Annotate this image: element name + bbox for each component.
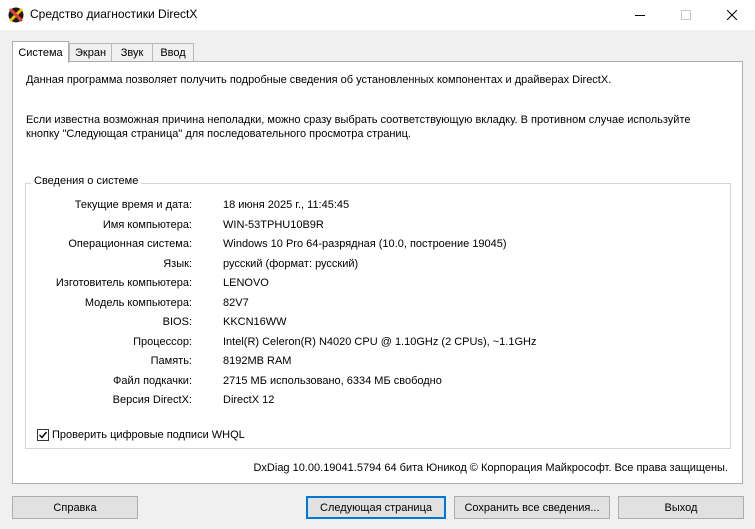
info-row: Операционная система: Windows 10 Pro 64-… [26,238,732,254]
minimize-button[interactable] [617,0,663,30]
info-label: Операционная система: [68,238,192,250]
intro-text: Данная программа позволяет получить подр… [26,74,612,86]
minimize-icon [635,15,645,16]
info-row: Память: 8192MB RAM [26,355,732,371]
info-value: LENOVO [223,277,269,289]
directx-icon [8,7,24,23]
maximize-button[interactable] [663,0,709,30]
info-label: Память: [150,355,192,367]
maximize-icon [681,10,691,20]
info-value: русский (формат: русский) [223,258,359,270]
info-row: Язык: русский (формат: русский) [26,258,732,274]
info-label: Файл подкачки: [112,375,192,387]
info-label: Процессор: [133,336,192,348]
info-label: Модель компьютера: [84,297,192,309]
tab-panel-system: Данная программа позволяет получить подр… [12,61,743,484]
info-label: Имя компьютера: [102,219,192,231]
info-row: Модель компьютера: 82V7 [26,297,732,313]
info-label: Текущие время и дата: [74,199,192,211]
instructions-text: Если известна возможная причина неполадк… [26,114,691,140]
info-row: Текущие время и дата: 18 июня 2025 г., 1… [26,199,732,215]
info-value: Intel(R) Celeron(R) N4020 CPU @ 1.10GHz … [223,336,537,348]
info-label: Версия DirectX: [112,394,192,406]
info-value: Windows 10 Pro 64-разрядная (10.0, постр… [223,238,507,250]
close-button[interactable] [709,0,755,30]
info-value: KKCN16WW [223,316,287,328]
group-title: Сведения о системе [31,175,142,187]
info-value: WIN-53TPHU10B9R [223,219,324,231]
info-value: 82V7 [223,297,249,309]
whql-label[interactable]: Проверить цифровые подписи WHQL [52,429,245,441]
info-label: BIOS: [162,316,192,328]
save-all-button[interactable]: Сохранить все сведения... [454,496,610,519]
tab-system[interactable]: Система [12,41,69,63]
tab-display[interactable]: Экран [69,43,112,61]
next-page-button[interactable]: Следующая страница [306,496,446,519]
info-value: 8192MB RAM [223,355,292,367]
tab-input[interactable]: Ввод [152,43,194,61]
info-value: 18 июня 2025 г., 11:45:45 [223,199,350,211]
whql-checkbox-row[interactable]: Проверить цифровые подписи WHQL [37,429,245,441]
help-button[interactable]: Справка [12,496,138,519]
info-label: Язык: [163,258,192,270]
info-row: Версия DirectX: DirectX 12 [26,394,732,410]
info-row: BIOS: KKCN16WW [26,316,732,332]
info-row: Процессор: Intel(R) Celeron(R) N4020 CPU… [26,336,732,352]
info-value: 2715 МБ использовано, 6334 МБ свободно [223,375,442,387]
window-title: Средство диагностики DirectX [30,7,198,21]
close-icon [727,10,737,20]
info-value: DirectX 12 [223,394,275,406]
whql-checkbox[interactable] [37,429,49,441]
info-row: Файл подкачки: 2715 МБ использовано, 633… [26,375,732,391]
copyright-text: DxDiag 10.00.19041.5794 64 бита Юникод ©… [253,462,728,474]
info-label: Изготовитель компьютера: [55,277,192,289]
checkmark-icon [39,431,48,439]
system-info-group: Текущие время и дата: 18 июня 2025 г., 1… [25,183,731,449]
tab-sound[interactable]: Звук [111,43,153,61]
info-row: Изготовитель компьютера: LENOVO [26,277,732,293]
exit-button[interactable]: Выход [618,496,744,519]
info-row: Имя компьютера: WIN-53TPHU10B9R [26,219,732,235]
title-bar: Средство диагностики DirectX [0,0,755,30]
